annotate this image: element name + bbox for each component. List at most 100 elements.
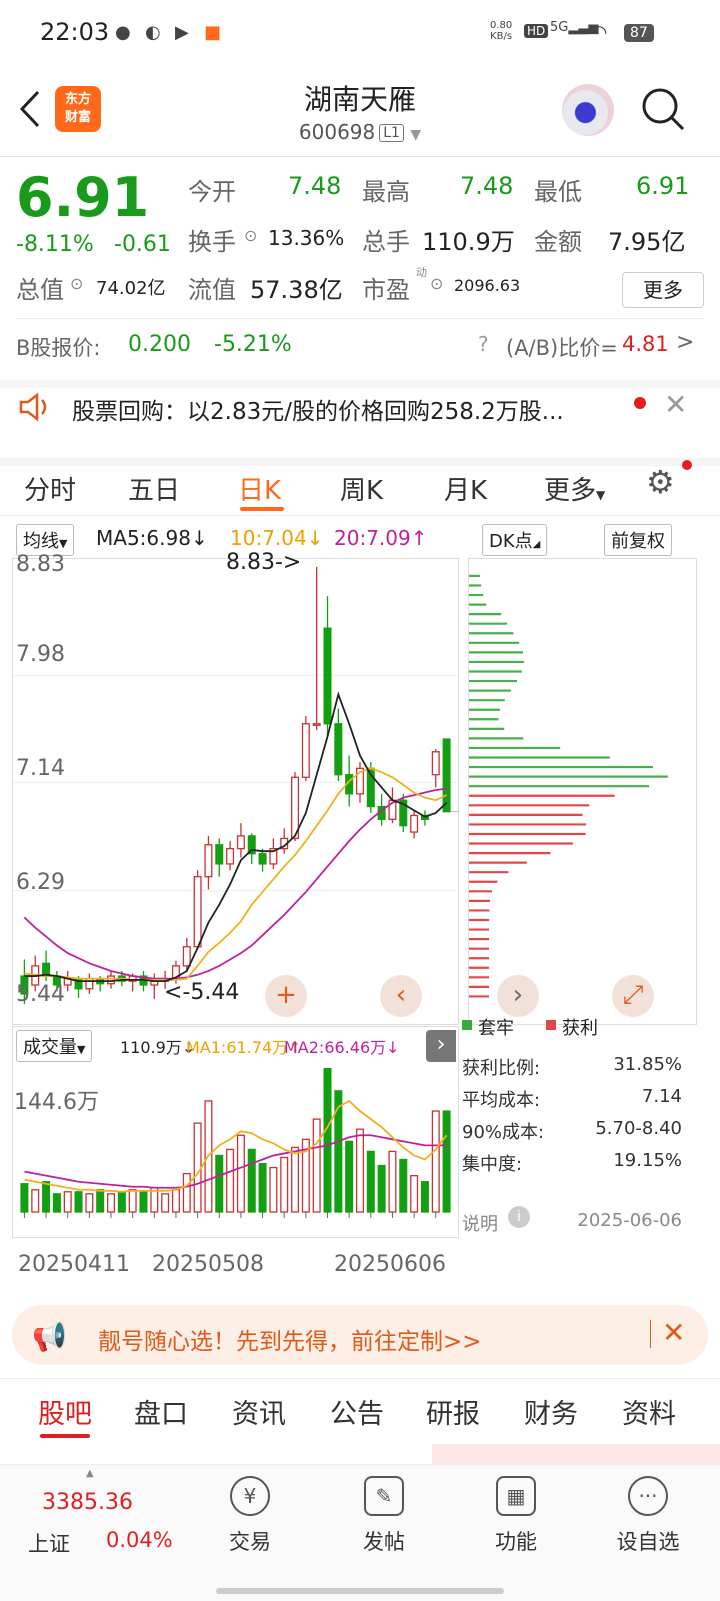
pe-value: 2096.63 xyxy=(454,276,521,295)
candle-body xyxy=(312,723,321,726)
wifi-icon: ◠ xyxy=(590,20,608,44)
candle-body xyxy=(258,853,267,865)
ab-ratio-value: 4.81 xyxy=(622,332,669,356)
volume-bar xyxy=(85,1193,94,1213)
tab-news[interactable]: 资讯 xyxy=(232,1392,286,1431)
volume-ma2: MA2:66.46万↓ xyxy=(284,1038,400,1057)
tab-weekly-k[interactable]: 周K xyxy=(340,470,383,507)
index-value[interactable]: 3385.36 xyxy=(42,1490,133,1515)
tab-daily-k[interactable]: 日K xyxy=(238,470,281,507)
assistant-avatar[interactable] xyxy=(562,84,614,136)
x-tick-label: 20250508 xyxy=(152,1252,264,1277)
x-tick-label: 20250411 xyxy=(18,1252,130,1277)
home-indicator[interactable] xyxy=(216,1588,504,1594)
settings-dot xyxy=(682,460,692,470)
tab-profile[interactable]: 资料 xyxy=(622,1392,676,1431)
gear-icon[interactable]: ⚙ xyxy=(646,463,675,501)
nav-trade[interactable]: ¥ 交易 xyxy=(200,1476,300,1556)
info-dots-icon[interactable]: ⊙ xyxy=(70,274,83,293)
tab-five-day[interactable]: 五日 xyxy=(128,470,180,507)
candle-body xyxy=(85,977,94,990)
nav-post[interactable]: ✎ 发帖 xyxy=(334,1476,434,1556)
notification-icon: ■ xyxy=(204,22,222,43)
ma5-line xyxy=(24,691,448,983)
volume-bar xyxy=(291,1146,300,1213)
ma5-value: MA5:6.98↓ xyxy=(96,526,208,550)
volume-bar xyxy=(96,1189,105,1213)
adjust-button[interactable]: 前复权 xyxy=(604,524,672,556)
divider xyxy=(16,318,704,319)
low-value: 6.91 xyxy=(636,172,690,200)
volume-max-label: 144.6万 xyxy=(14,1090,99,1115)
volume-bar xyxy=(128,1189,137,1213)
expand-indicators-button[interactable]: › xyxy=(426,1030,456,1062)
turnover-label: 换手 xyxy=(188,228,236,256)
volume-bar xyxy=(161,1193,170,1213)
kline-chart[interactable] xyxy=(12,558,459,1025)
chevron-right-icon[interactable]: > xyxy=(676,330,694,355)
info-dots-icon[interactable]: ⊙ xyxy=(430,274,443,293)
add-drawing-button[interactable]: + xyxy=(265,975,307,1017)
candle-body xyxy=(107,975,116,985)
tab-research[interactable]: 研报 xyxy=(426,1392,480,1431)
nav-add-watchlist[interactable]: ··· 设自选 xyxy=(598,1476,698,1556)
high-annotation: 8.83-> xyxy=(226,550,302,575)
stock-code[interactable]: 600698 L1 ▼ xyxy=(0,120,720,144)
chevron-down-icon: ▼ xyxy=(77,1043,86,1056)
nav-label: 功能 xyxy=(495,1530,537,1554)
volume-bar xyxy=(269,1166,278,1213)
volume-bar xyxy=(355,1128,364,1213)
low-label: 最低 xyxy=(534,178,582,206)
notice-text: 股票回购：以2.83元/股的价格回购258.2万股... xyxy=(72,399,564,425)
profit-ratio-value: 31.85% xyxy=(613,1054,682,1075)
index-pct[interactable]: 0.04% xyxy=(106,1528,173,1552)
volume-bar xyxy=(410,1175,419,1213)
help-icon[interactable]: ? xyxy=(478,332,489,356)
candle-body xyxy=(301,723,310,778)
volume-selector[interactable]: 成交量▼ xyxy=(16,1030,93,1062)
tab-more[interactable]: 更多▼ xyxy=(544,470,605,507)
unread-dot xyxy=(634,397,646,409)
tab-monthly-k[interactable]: 月K xyxy=(444,470,487,507)
hd-badge: HD xyxy=(524,24,549,38)
volume-bar xyxy=(139,1191,148,1213)
info-dots-icon[interactable]: ⊙ xyxy=(244,226,257,245)
tab-announcements[interactable]: 公告 xyxy=(330,1392,384,1431)
ab-ratio-label[interactable]: (A/B)比价= xyxy=(506,332,618,362)
dk-point-button[interactable]: DK点◢ xyxy=(482,524,548,556)
close-icon[interactable]: ✕ xyxy=(662,1316,685,1349)
chip-distribution-chart[interactable] xyxy=(468,558,697,1025)
tab-intraday[interactable]: 分时 xyxy=(24,470,76,507)
y-tick-label: 7.98 xyxy=(16,642,65,667)
speaker-icon xyxy=(19,392,47,422)
volume-bar xyxy=(42,1181,51,1213)
volume-bar xyxy=(52,1193,61,1213)
close-icon[interactable]: ✕ xyxy=(664,388,687,421)
expand-icon[interactable]: ⤢ xyxy=(612,975,654,1017)
y-tick-label: 8.83 xyxy=(16,552,65,577)
pe-label: 市盈 xyxy=(362,276,410,304)
chevron-down-icon: ▼ xyxy=(596,488,606,502)
volume-bar xyxy=(431,1110,440,1213)
concentration-label: 集中度: xyxy=(462,1154,523,1175)
tab-guba[interactable]: 股吧 xyxy=(38,1392,92,1431)
tab-finance[interactable]: 财务 xyxy=(524,1392,578,1431)
open-value: 7.48 xyxy=(288,172,342,200)
tab-pankou[interactable]: 盘口 xyxy=(134,1392,188,1431)
candle-body xyxy=(236,835,245,850)
promo-text: 靓号随心选！先到先得，前往定制>> xyxy=(98,1329,482,1355)
volume-bar xyxy=(117,1191,126,1213)
nav-functions[interactable]: ▦ 功能 xyxy=(466,1476,566,1556)
volume-label: 总手 xyxy=(362,228,410,256)
more-button[interactable]: 更多 xyxy=(622,272,704,308)
volume-bar xyxy=(323,1067,332,1213)
info-icon[interactable]: i xyxy=(508,1206,530,1228)
volume-bar xyxy=(63,1191,72,1213)
search-icon[interactable] xyxy=(640,86,686,132)
explain-link[interactable]: 说明 xyxy=(462,1210,498,1236)
scroll-left-button[interactable]: ‹ xyxy=(380,975,422,1017)
index-name[interactable]: 上证 xyxy=(28,1528,70,1558)
scroll-right-button[interactable]: › xyxy=(497,975,539,1017)
trapped-swatch xyxy=(462,1020,472,1030)
app-icon: ◐ xyxy=(145,22,161,43)
